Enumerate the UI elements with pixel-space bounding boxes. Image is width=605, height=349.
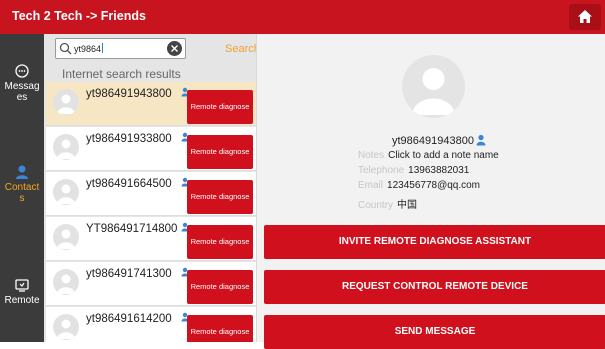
remote-diagnose-button[interactable]: Remote diagnose [187,225,253,259]
remote-icon [15,279,29,292]
list-item[interactable]: yt986491614200 Remote diagnose [46,307,256,342]
contact-id: yt986491614200 [86,313,172,325]
contact-id: yt986491943800 [86,88,172,100]
list-item[interactable]: yt986491933800 Remote diagnose [46,127,256,171]
page-title: Tech 2 Tech -> Friends [12,9,146,23]
country-row: Country 中国 [358,196,417,211]
contact-avatar [402,55,465,118]
remote-diagnose-button[interactable]: Remote diagnose [187,90,253,124]
avatar [53,134,79,160]
search-input-value: yt9864 [74,43,104,54]
avatar-placeholder-icon [57,319,75,339]
sidebar-item-contacts[interactable]: Contact s [0,164,44,204]
remote-diagnose-button[interactable]: Remote diagnose [187,315,253,342]
list-item[interactable]: yt986491943800 Remote diagnose [46,82,256,126]
avatar-placeholder-icon [57,274,75,294]
search-results-pane: yt9864 Search Internet search results yt… [44,34,256,342]
results-heading: Internet search results [62,67,181,81]
avatar-placeholder-icon [412,68,455,115]
clear-icon [171,45,178,52]
telephone-label: Telephone [358,165,405,176]
notes-row[interactable]: Notes Click to add a note name [358,150,499,161]
avatar [53,224,79,250]
email-value: 123456778@qq.com [387,180,481,191]
notes-value: Click to add a note name [388,150,499,161]
avatar-placeholder-icon [57,184,75,204]
person-icon [476,134,486,146]
list-item[interactable]: yt986491741300 Remote diagnose [46,262,256,306]
clear-search-button[interactable] [167,41,182,56]
contact-id: yt986491741300 [86,268,172,280]
sidebar-item-label: Remote [4,295,40,306]
remote-diagnose-button[interactable]: Remote diagnose [187,135,253,169]
sidebar-item-remote[interactable]: Remote [0,277,44,306]
contact-icon [16,165,28,179]
invite-assistant-button[interactable]: INVITE REMOTE DIAGNOSE ASSISTANT [264,225,605,259]
country-value: 中国 [397,200,418,211]
sidebar-item-label: Contact s [4,182,40,204]
remote-diagnose-button[interactable]: Remote diagnose [187,180,253,214]
sidebar-item-label: Messag es [4,81,40,103]
contact-id: yt986491664500 [86,178,172,190]
contact-name: yt986491943800 [392,134,486,147]
email-row: Email 123456778@qq.com [358,180,480,191]
list-item[interactable]: YT986491714800 Remote diagnose [46,217,256,261]
home-button[interactable] [569,4,601,30]
telephone-row: Telephone 13963882031 [358,165,469,176]
send-message-button[interactable]: SEND MESSAGE [264,315,605,349]
avatar-placeholder-icon [57,94,75,114]
contact-name-text: yt986491943800 [392,135,474,147]
list-item[interactable]: yt986491664500 Remote diagnose [46,172,256,216]
contact-id: YT986491714800 [86,223,178,235]
email-label: Email [358,180,384,191]
search-icon [59,42,72,55]
remote-diagnose-button[interactable]: Remote diagnose [187,270,253,304]
avatar [53,314,79,340]
avatar [53,89,79,115]
notes-label: Notes [358,150,385,161]
contact-id: yt986491933800 [86,133,172,145]
sidebar: Messag es Contact s Remote [0,34,44,342]
avatar [53,179,79,205]
title-bar: Tech 2 Tech -> Friends [0,0,605,34]
search-button[interactable]: Search [225,43,256,55]
telephone-value: 13963882031 [408,165,470,176]
home-icon [578,10,592,23]
search-input[interactable]: yt9864 [55,38,186,59]
request-control-button[interactable]: REQUEST CONTROL REMOTE DEVICE [264,270,605,304]
message-icon [15,64,29,78]
contact-detail-pane: yt986491943800 Notes Click to add a note … [256,34,605,349]
avatar-placeholder-icon [57,139,75,159]
avatar [53,269,79,295]
sidebar-item-messages[interactable]: Messag es [0,63,44,103]
country-label: Country [358,200,394,211]
avatar-placeholder-icon [57,229,75,249]
